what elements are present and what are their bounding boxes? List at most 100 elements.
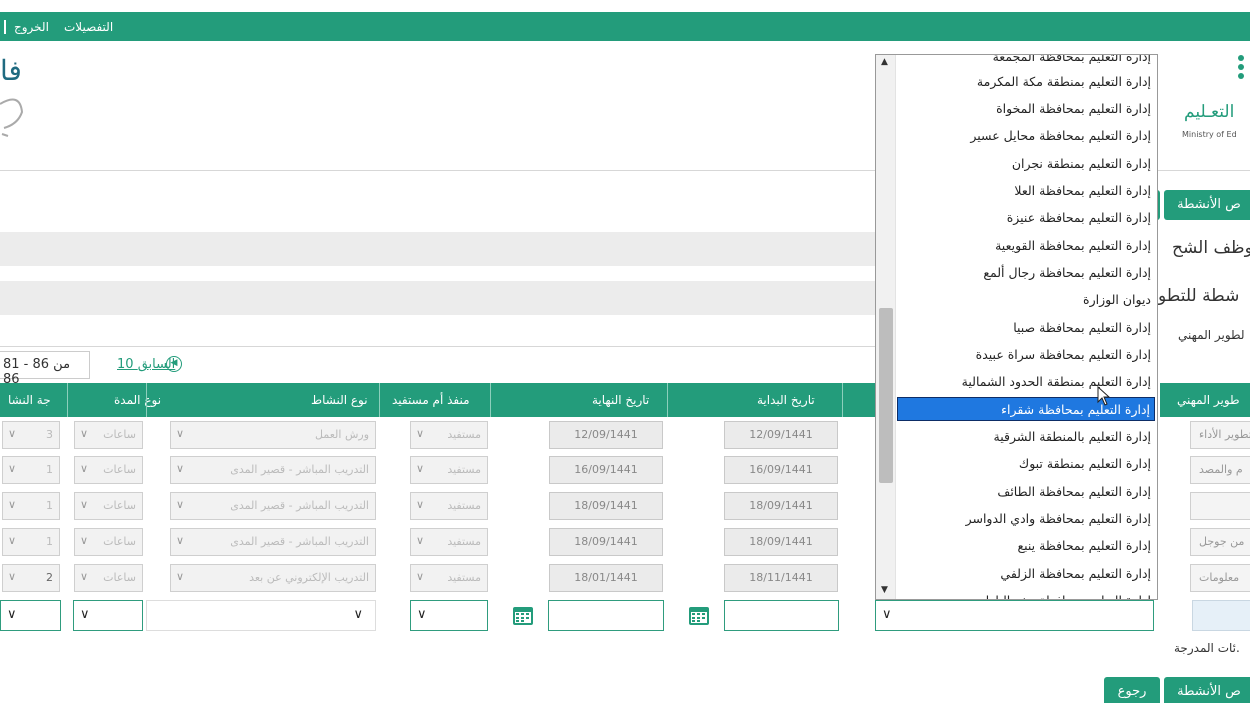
role-select: ∨ مستفيد [410, 564, 488, 592]
top-nav-bar: الخروج التفصيلات [0, 12, 1250, 41]
dropdown-option[interactable]: إدارة التعليم بمنطقة الحدود الشمالية [897, 370, 1155, 394]
dropdown-option-selected[interactable]: إدارة التعليم بمحافظة شقراء [897, 397, 1155, 421]
partner-logo-glyph: فا [0, 54, 22, 87]
activities-heading: شطة للتطو [1158, 286, 1240, 306]
prev-arrow-icon[interactable]: ◀ [166, 356, 182, 372]
col-duration-type: نوع المدة [114, 393, 162, 407]
dev-type-field: تطوير الأداء [1190, 421, 1250, 449]
role-select: ∨ مستفيد [410, 492, 488, 520]
logout-link[interactable]: الخروج [14, 20, 49, 34]
dev-type-field: معلومات [1190, 564, 1250, 592]
col-divider [146, 383, 147, 417]
new-end-date-field[interactable] [548, 600, 664, 631]
table-header-right: طوير المهني [1160, 383, 1250, 417]
role-select: ∨ مستفيد [410, 456, 488, 484]
info-band-1 [0, 232, 875, 266]
dropdown-option[interactable]: ديوان الوزارة [897, 288, 1155, 312]
new-score-select[interactable]: ∨ [0, 600, 61, 631]
dropdown-scrollbar[interactable]: ▲ ▼ [876, 55, 896, 599]
details-link[interactable]: التفصيلات [64, 20, 113, 34]
duration-type-select: ∨ ساعات [74, 528, 143, 556]
start-date-field: 18/09/1441 [724, 492, 838, 520]
col-end-date: تاريخ النهاية [592, 393, 650, 407]
score-select: ∨ 1 [2, 456, 60, 484]
footnote: ئات المدرجة. [1174, 641, 1240, 655]
col-score: جة النشا [8, 393, 51, 407]
start-date-field: 18/11/1441 [724, 564, 838, 592]
col-start-date: تاريخ البداية [757, 393, 815, 407]
new-duration-type-select[interactable]: ∨ [73, 600, 143, 631]
dropdown-option[interactable]: إدارة التعليم بمحافظة الزلفي [897, 562, 1155, 586]
ministry-logo-word: التعـليم [1184, 102, 1235, 122]
activity-type-select: ∨ التدريب المباشر - قصير المدى [170, 456, 376, 484]
dropdown-option[interactable]: إدارة التعليم بالمنطقة الشرقية [897, 425, 1155, 449]
new-start-date-field[interactable] [724, 600, 839, 631]
new-role-select[interactable]: ∨ [410, 600, 488, 631]
back-button[interactable]: رجوع [1104, 677, 1160, 703]
ministry-logo-dots-icon [1238, 55, 1250, 85]
new-dev-type-field[interactable] [1192, 600, 1250, 631]
pager-divider [0, 346, 875, 347]
col-divider [67, 383, 68, 417]
dropdown-option[interactable]: إدارة التعليم بمحافظة العلا [897, 179, 1155, 203]
col-divider [490, 383, 491, 417]
end-date-field: 12/09/1441 [549, 421, 663, 449]
department-dropdown-list[interactable]: ▲ ▼ إدارة التعليم بمحافظة المجمعة إدارة … [875, 54, 1158, 600]
new-activity-type-select[interactable]: ∨ [146, 600, 376, 631]
ministry-logo-subtitle: Ministry of Ed [1182, 130, 1237, 139]
partner-logo-mark [0, 98, 24, 137]
employee-heading: موظف الشح [1172, 238, 1250, 258]
dev-type-field [1190, 492, 1250, 520]
score-select: ∨ 1 [2, 528, 60, 556]
dropdown-option[interactable]: إدارة التعليم بمحافظة محايل عسير [897, 124, 1155, 148]
dropdown-option[interactable]: إدارة التعليم بمنطقة نجران [897, 152, 1155, 176]
dev-type-field: من جوجل [1190, 528, 1250, 556]
dropdown-option[interactable]: إدارة التعليم بمحافظة حفر الباطن [897, 589, 1155, 599]
nav-divider [4, 20, 6, 34]
partner-logo: فا [0, 50, 40, 160]
dropdown-option[interactable]: إدارة التعليم بمنطقة تبوك [897, 452, 1155, 476]
activity-type-select: ∨ التدريب المباشر - قصير المدى [170, 492, 376, 520]
scroll-down-icon[interactable]: ▼ [881, 585, 888, 595]
dropdown-option[interactable]: إدارة التعليم بمحافظة سراة عبيدة [897, 343, 1155, 367]
dropdown-option[interactable]: إدارة التعليم بمحافظة عنيزة [897, 206, 1155, 230]
end-date-field: 18/09/1441 [549, 528, 663, 556]
dropdown-option[interactable]: إدارة التعليم بمحافظة وادي الدواسر [897, 507, 1155, 531]
table-header: جة النشا نوع المدة نوع النشاط منفذ أم مس… [0, 383, 875, 417]
scroll-up-icon[interactable]: ▲ [881, 57, 888, 67]
calendar-icon[interactable] [512, 604, 534, 626]
col-divider [379, 383, 380, 417]
start-date-field: 16/09/1441 [724, 456, 838, 484]
score-select: ∨ 2 [2, 564, 60, 592]
col-divider [842, 383, 843, 417]
activities-button-bottom[interactable]: ص الأنشطة [1164, 677, 1250, 703]
activities-button-top[interactable]: ص الأنشطة [1164, 190, 1250, 220]
activity-type-select: ∨ التدريب المباشر - قصير المدى [170, 528, 376, 556]
start-date-field: 12/09/1441 [724, 421, 838, 449]
dev-label: لطوير المهني [1178, 328, 1245, 342]
dropdown-option[interactable]: إدارة التعليم بمحافظة القويعية [897, 234, 1155, 258]
end-date-field: 18/01/1441 [549, 564, 663, 592]
calendar-icon[interactable] [688, 604, 710, 626]
role-select: ∨ مستفيد [410, 528, 488, 556]
dropdown-option[interactable]: إدارة التعليم بمحافظة المجمعة [897, 55, 1155, 69]
dropdown-option[interactable]: إدارة التعليم بمحافظة ينبع [897, 534, 1155, 558]
dev-type-field: م والمصد [1190, 456, 1250, 484]
dropdown-option[interactable]: إدارة التعليم بمحافظة الطائف [897, 480, 1155, 504]
dropdown-option[interactable]: إدارة التعليم بمحافظة رجال ألمع [897, 261, 1155, 285]
duration-type-select: ∨ ساعات [74, 421, 143, 449]
score-select: ∨ 3 [2, 421, 60, 449]
new-department-select[interactable]: ∨ [875, 600, 1154, 631]
dropdown-option[interactable]: إدارة التعليم بمنطقة مكة المكرمة [897, 70, 1155, 94]
col-activity-type: نوع النشاط [311, 393, 368, 407]
col-role: منفذ أم مستفيد [392, 393, 470, 407]
col-divider [667, 383, 668, 417]
scrollbar-thumb[interactable] [879, 308, 893, 483]
end-date-field: 16/09/1441 [549, 456, 663, 484]
header-divider [0, 170, 875, 171]
mouse-cursor-icon [1097, 386, 1111, 406]
activity-type-select: ∨ ورش العمل [170, 421, 376, 449]
dropdown-option[interactable]: إدارة التعليم بمحافظة المخواة [897, 97, 1155, 121]
dropdown-option[interactable]: إدارة التعليم بمحافظة صبيا [897, 316, 1155, 340]
end-date-field: 18/09/1441 [549, 492, 663, 520]
